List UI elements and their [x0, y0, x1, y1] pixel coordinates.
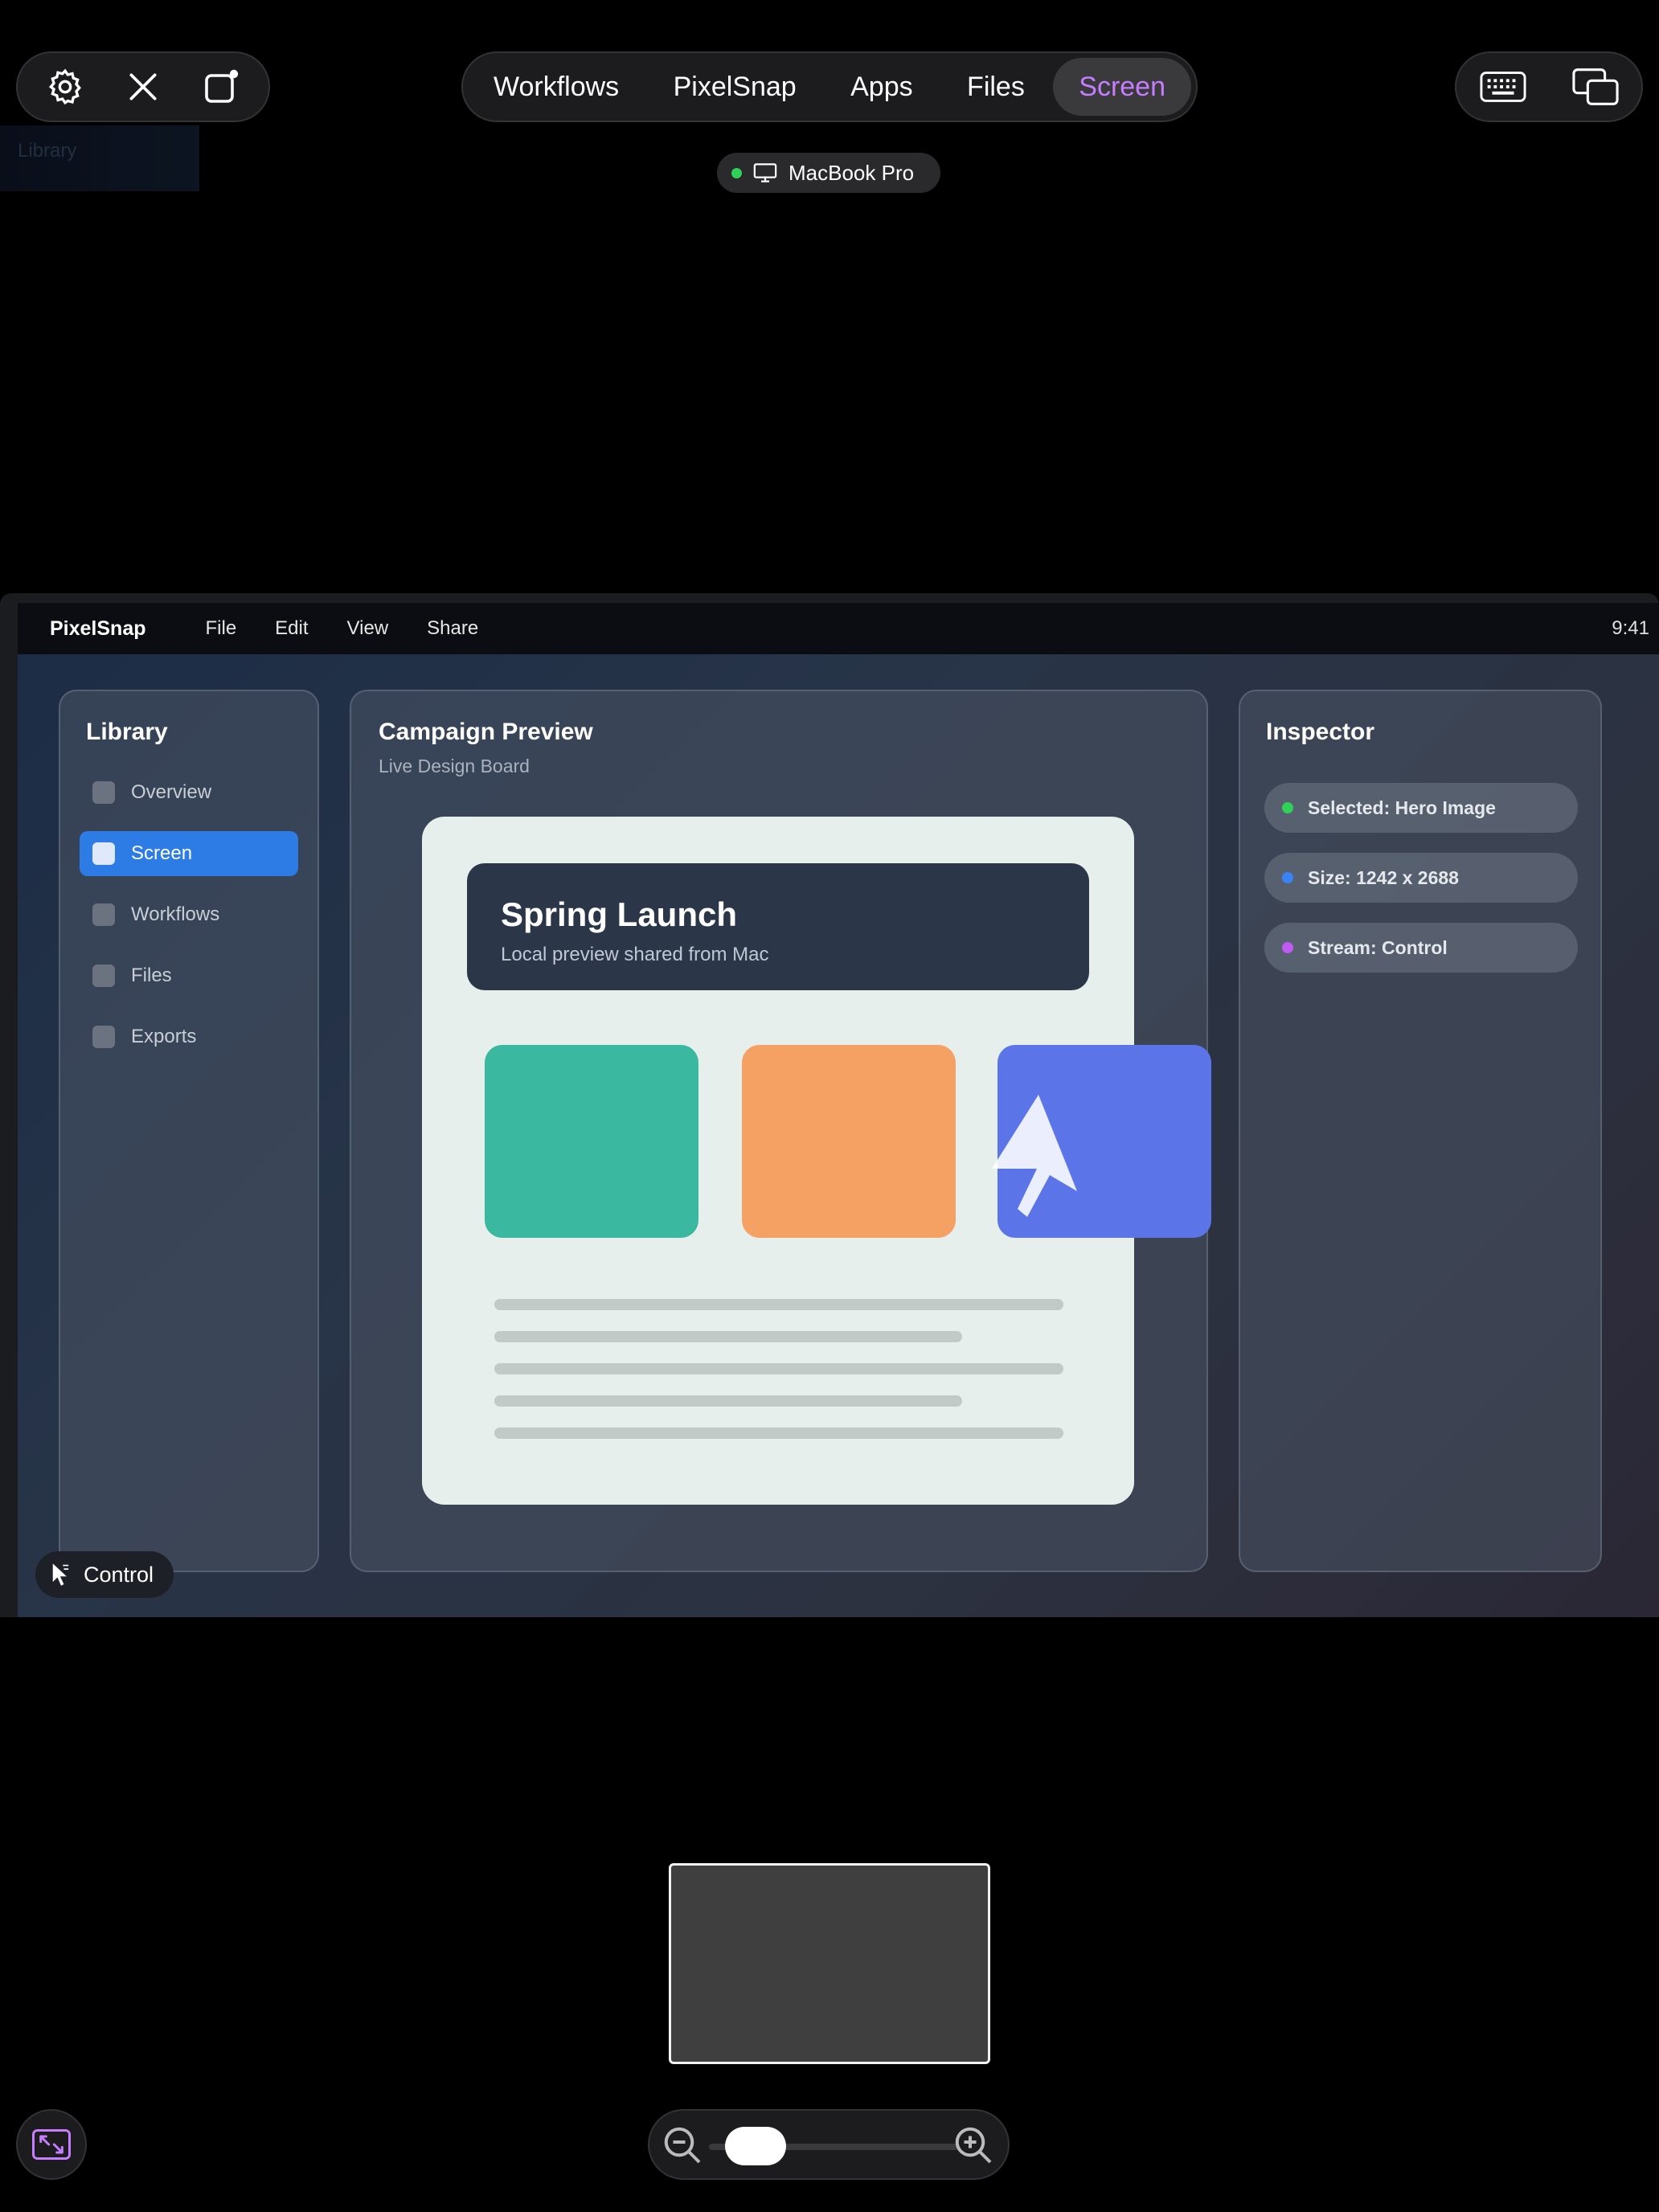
monitor-icon: [753, 163, 777, 182]
size-chip[interactable]: Size: 1242 x 2688: [1264, 853, 1578, 903]
menu-share[interactable]: Share: [427, 617, 478, 640]
tab-screen[interactable]: Screen: [1053, 58, 1191, 116]
library-item-exports[interactable]: Exports: [80, 1014, 298, 1059]
zoom-out-icon[interactable]: [659, 2122, 707, 2170]
menubar-app-name[interactable]: PixelSnap: [50, 617, 146, 641]
mouse-cursor-icon: [992, 1095, 1077, 1217]
library-item-label: Workflows: [131, 903, 220, 925]
remote-screen[interactable]: PixelSnap File Edit View Share 9:41 Libr…: [18, 603, 1659, 1617]
library-item-label: Exports: [131, 1026, 197, 1047]
inspector-title: Inspector: [1266, 719, 1375, 745]
library-item-label: Screen: [131, 842, 193, 864]
library-item-label: Files: [131, 965, 172, 986]
tab-pixelsnap[interactable]: PixelSnap: [648, 58, 822, 116]
chip-dot: [1282, 942, 1293, 953]
menu-file[interactable]: File: [206, 617, 237, 640]
keyboard-button[interactable]: [1469, 53, 1537, 121]
chip-label: Selected: Hero Image: [1308, 797, 1496, 818]
text-placeholder-line: [494, 1299, 1063, 1310]
control-mode-label: Control: [84, 1562, 154, 1587]
text-placeholder-line: [494, 1428, 1063, 1439]
stream-chip[interactable]: Stream: Control: [1264, 923, 1578, 973]
display-switch-button[interactable]: [1562, 53, 1629, 121]
tab-bar: Workflows PixelSnap Apps Files Screen: [461, 51, 1198, 122]
teal-tile[interactable]: [485, 1045, 698, 1238]
text-placeholder-line: [494, 1395, 962, 1407]
menubar-clock: 9:41: [1612, 617, 1649, 639]
hero-subtitle: Local preview shared from Mac: [501, 944, 769, 965]
text-placeholder-line: [494, 1331, 962, 1342]
zoom-slider-knob[interactable]: [725, 2127, 787, 2165]
zoom-control: [648, 2109, 1010, 2180]
library-item-files[interactable]: Files: [80, 953, 298, 998]
device-name: MacBook Pro: [789, 160, 915, 185]
expand-icon: [32, 2129, 71, 2160]
device-badge[interactable]: MacBook Pro: [717, 153, 940, 193]
library-title: Library: [86, 719, 168, 745]
ghost-library-overlay: Library: [0, 125, 199, 191]
window-controls: [16, 51, 270, 122]
close-icon: [129, 73, 157, 100]
chip-label: Size: 1242 x 2688: [1308, 866, 1459, 888]
control-mode-badge[interactable]: Control: [35, 1551, 174, 1598]
workflows-checkbox-icon: [92, 903, 115, 926]
library-panel: Library Overview Screen Workflows Files …: [59, 690, 319, 1572]
canvas-subtitle: Live Design Board: [379, 756, 530, 776]
exports-checkbox-icon: [92, 1026, 115, 1048]
chip-label: Stream: Control: [1308, 936, 1448, 958]
menu-edit[interactable]: Edit: [275, 617, 308, 640]
screen-checkbox-icon: [92, 842, 115, 865]
menu-view[interactable]: View: [347, 617, 389, 640]
rotate-screen-icon: [205, 69, 239, 103]
library-item-workflows[interactable]: Workflows: [80, 892, 298, 937]
rotate-screen-button[interactable]: [187, 53, 255, 121]
display-switch-icon: [1571, 68, 1619, 105]
library-item-label: Overview: [131, 781, 212, 803]
screen-minimap[interactable]: [669, 1863, 990, 2064]
close-button[interactable]: [109, 53, 177, 121]
library-item-screen[interactable]: Screen: [80, 831, 298, 876]
hero-title: Spring Launch: [501, 895, 737, 933]
mac-menubar: PixelSnap File Edit View Share 9:41: [18, 603, 1659, 654]
tab-workflows[interactable]: Workflows: [468, 58, 645, 116]
selected-chip[interactable]: Selected: Hero Image: [1264, 783, 1578, 833]
tab-files[interactable]: Files: [941, 58, 1051, 116]
library-item-overview[interactable]: Overview: [80, 770, 298, 815]
chip-dot: [1282, 872, 1293, 883]
fullscreen-toggle-button[interactable]: [16, 2109, 87, 2180]
ghost-library-label: Library: [18, 140, 77, 162]
gear-icon: [48, 68, 81, 105]
orange-tile[interactable]: [742, 1045, 956, 1238]
text-placeholder-line: [494, 1363, 1063, 1374]
overview-checkbox-icon: [92, 781, 115, 804]
tab-apps[interactable]: Apps: [825, 58, 939, 116]
hero-banner[interactable]: Spring Launch Local preview shared from …: [467, 863, 1089, 990]
chip-dot: [1282, 802, 1293, 813]
view-controls: [1455, 51, 1643, 122]
settings-button[interactable]: [31, 53, 99, 121]
pointer-icon: [52, 1563, 69, 1586]
inspector-panel: Inspector Selected: Hero Image Size: 124…: [1239, 690, 1602, 1572]
canvas-title: Campaign Preview: [379, 719, 593, 745]
connection-status-dot: [731, 167, 742, 178]
zoom-in-icon[interactable]: [950, 2122, 998, 2170]
keyboard-icon: [1479, 72, 1526, 102]
files-checkbox-icon: [92, 965, 115, 987]
